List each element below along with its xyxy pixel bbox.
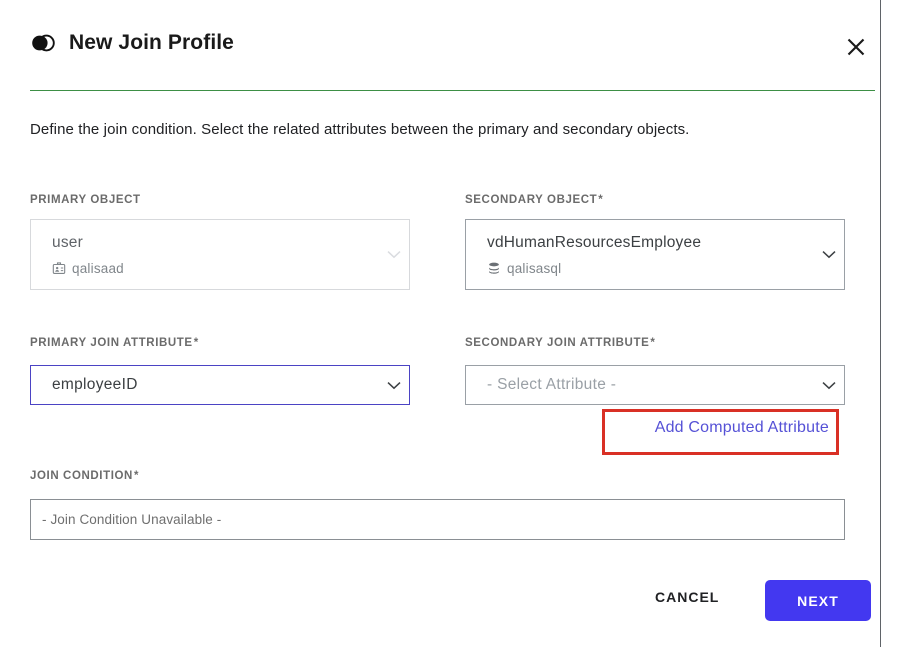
primary-object-value-wrap: user qalisaad bbox=[31, 234, 379, 276]
secondary-object-value: vdHumanResourcesEmployee bbox=[487, 233, 702, 251]
join-condition-field[interactable]: - Join Condition Unavailable - bbox=[30, 499, 845, 540]
primary-object-label-text: PRIMARY OBJECT bbox=[30, 194, 141, 206]
join-condition-label: JOIN CONDITION* bbox=[30, 470, 139, 482]
dialog-header: New Join Profile bbox=[0, 0, 881, 91]
secondary-object-value-wrap: vdHumanResourcesEmployee qalisasql bbox=[466, 234, 814, 276]
cancel-button[interactable]: CANCEL bbox=[655, 589, 719, 605]
chevron-down-icon[interactable] bbox=[814, 381, 844, 390]
secondary-join-attribute-select[interactable]: - Select Attribute - bbox=[465, 365, 845, 405]
close-icon[interactable] bbox=[840, 31, 872, 63]
dialog-right-gutter bbox=[882, 0, 903, 647]
join-condition-label-text: JOIN CONDITION bbox=[30, 470, 133, 482]
primary-join-attribute-label: PRIMARY JOIN ATTRIBUTE* bbox=[30, 337, 199, 349]
primary-join-attribute-select[interactable]: employeeID bbox=[30, 365, 410, 405]
secondary-join-attribute-placeholder: - Select Attribute - bbox=[487, 376, 617, 393]
secondary-join-attribute-label: SECONDARY JOIN ATTRIBUTE* bbox=[465, 337, 655, 349]
secondary-object-label: SECONDARY OBJECT* bbox=[465, 194, 603, 206]
chevron-down-icon[interactable] bbox=[814, 250, 844, 259]
primary-object-label: PRIMARY OBJECT bbox=[30, 194, 141, 206]
primary-object-source-text: qalisaad bbox=[72, 260, 124, 276]
primary-join-attribute-value: employeeID bbox=[52, 376, 138, 393]
join-condition-placeholder: - Join Condition Unavailable - bbox=[42, 512, 222, 527]
page-title: New Join Profile bbox=[69, 31, 234, 54]
secondary-object-source-text: qalisasql bbox=[507, 260, 562, 276]
dialog-title-row: New Join Profile bbox=[30, 30, 234, 56]
secondary-join-attribute-required: * bbox=[650, 337, 656, 349]
primary-join-attribute-label-text: PRIMARY JOIN ATTRIBUTE bbox=[30, 337, 193, 349]
primary-join-attribute-required: * bbox=[193, 337, 199, 349]
secondary-object-label-text: SECONDARY OBJECT bbox=[465, 194, 598, 206]
join-condition-required: * bbox=[133, 470, 140, 482]
new-join-profile-dialog: New Join Profile Define the join conditi… bbox=[0, 0, 881, 647]
secondary-join-attribute-value-wrap: - Select Attribute - bbox=[466, 376, 814, 394]
join-venn-icon bbox=[30, 30, 56, 56]
secondary-object-required: * bbox=[598, 194, 604, 206]
chevron-down-icon[interactable] bbox=[379, 381, 409, 390]
add-computed-attribute-link[interactable]: Add Computed Attribute bbox=[617, 419, 829, 445]
id-badge-icon bbox=[52, 261, 66, 275]
chevron-down-icon[interactable] bbox=[379, 250, 409, 259]
database-icon bbox=[487, 261, 501, 275]
secondary-object-source: qalisasql bbox=[487, 261, 806, 276]
secondary-object-select[interactable]: vdHumanResourcesEmployee qalisasql bbox=[465, 219, 845, 290]
secondary-join-attribute-label-text: SECONDARY JOIN ATTRIBUTE bbox=[465, 337, 650, 349]
header-divider bbox=[30, 90, 875, 91]
primary-object-select[interactable]: user qalisaad bbox=[30, 219, 410, 290]
next-button[interactable]: NEXT bbox=[765, 580, 871, 621]
primary-join-attribute-value-wrap: employeeID bbox=[31, 376, 379, 394]
dialog-description: Define the join condition. Select the re… bbox=[30, 121, 690, 138]
primary-object-source: qalisaad bbox=[52, 261, 371, 276]
primary-object-value: user bbox=[52, 233, 83, 251]
